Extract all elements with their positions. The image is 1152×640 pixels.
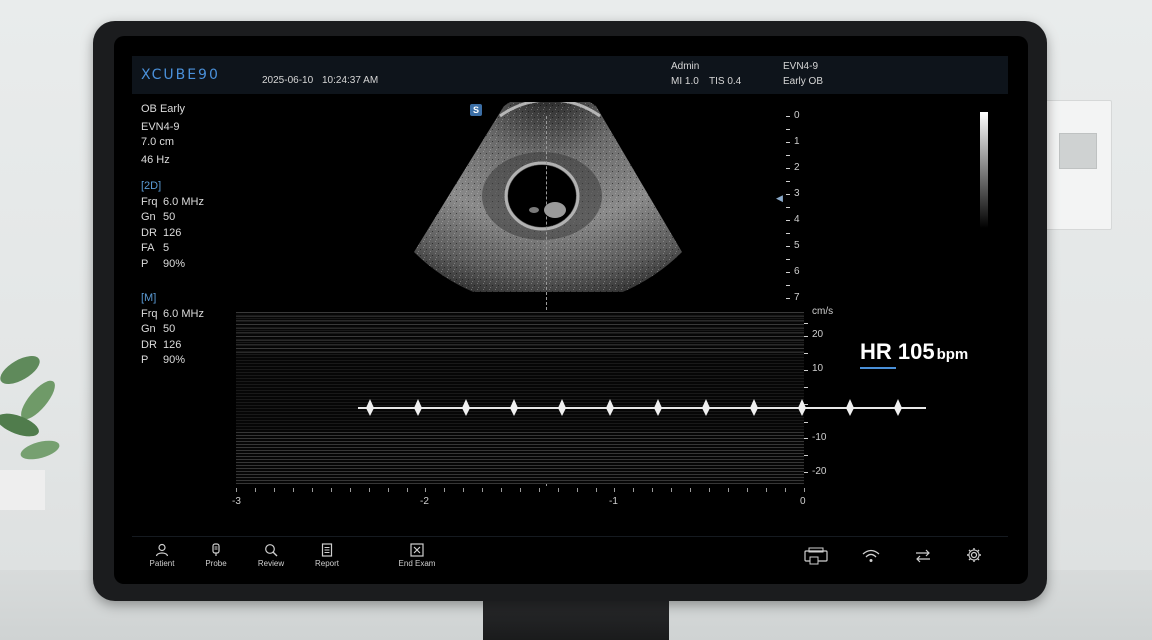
depth-label: 2 [794,162,800,173]
plant-decoration [0,356,60,510]
param-value: 90% [163,354,186,366]
depth-label: 4 [794,214,800,225]
probe-icon [212,543,220,556]
param-row: P 90% [141,353,204,369]
param-value: 6.0 MHz [163,195,204,208]
param-value: 50 [163,323,176,335]
heart-rate-unit: bpm [936,346,969,363]
person-icon [155,543,169,557]
thermal-index: TIS 0.4 [709,76,742,87]
end-exam-label: End Exam [398,559,436,568]
patient-label: Patient [149,559,175,568]
time-label: 0 [800,496,806,507]
param-row: FA 5 [141,241,204,257]
review-label: Review [257,559,285,568]
velocity-label: -10 [812,432,827,443]
wifi-icon[interactable] [862,549,880,563]
heart-rate-underline [860,367,896,369]
close-box-icon [410,543,424,557]
grayscale-bar [980,112,988,228]
gear-icon[interactable] [966,547,982,563]
probe-name: EVN4-9 [783,61,819,72]
exam-date: 2025-06-10 [262,75,314,86]
exam-time: 10:24:37 AM [322,75,379,86]
mode-m-header: [M] [141,292,157,304]
document-icon [321,543,333,557]
depth-label: 7.0 cm [141,136,175,148]
param-value: 126 [163,338,182,351]
depth-label: 1 [794,136,800,147]
depth-label: 5 [794,240,800,251]
end-exam-button[interactable]: End Exam [392,543,442,568]
param-key: FA [141,242,155,254]
param-value: 126 [163,226,182,239]
param-key: DR [141,338,157,351]
depth-label: 0 [794,110,800,121]
frame-rate: 46 Hz [141,153,170,166]
velocity-scale: cm/s 20 10 -10 -20 [804,304,844,484]
param-key: DR [141,226,157,239]
time-label: -3 [232,496,241,507]
exam-type: OB Early [141,103,186,115]
wall-switch-panel [1044,100,1112,230]
bottom-toolbar: Patient Probe Review Report End Exam [132,536,1008,584]
monitor-stand [483,595,669,640]
velocity-unit: cm/s [812,306,834,317]
top-status-bar: XCUBE90 2025-06-10 10:24:37 AM Admin MI … [132,56,1008,94]
report-button[interactable]: Report [302,543,352,568]
transfer-icon[interactable] [915,549,931,563]
depth-scale: 0 1 2 3 4 5 6 7 [780,110,820,303]
heart-rate-readout: HR 105 bpm [860,339,968,365]
param-key: Gn [141,211,156,223]
probe-label: Probe [205,559,227,568]
ultrasound-screen: XCUBE90 2025-06-10 10:24:37 AM Admin MI … [114,36,1028,584]
param-row: DR 126 [141,226,204,242]
m-mode-trace[interactable] [236,312,926,484]
param-row: Frq 6.0 MHz [141,307,204,323]
mode-m-params: [M] Frq 6.0 MHz Gn 50 DR 126 P 90% [141,291,204,369]
param-key: Frq [141,195,158,208]
param-key: Gn [141,323,156,335]
general-params: OB Early EVN4-9 7.0 cm 46 Hz [141,102,185,168]
report-label: Report [314,559,339,568]
mode-2d-params: [2D] Frq 6.0 MHz Gn 50 DR 126 FA 5 P 90% [141,179,204,272]
heart-rate-value: HR 105 [860,339,935,364]
operator-name: Admin [671,61,700,72]
brand-logo: XCUBE90 [141,67,220,83]
depth-label: 6 [794,266,800,277]
time-axis: -3 -2 -1 0 [232,488,812,510]
probe-button[interactable]: Probe [191,543,241,568]
param-key: Frq [141,307,158,320]
ultrasound-sector-image[interactable] [404,102,694,292]
printer-icon[interactable] [804,547,828,565]
param-row: Gn 50 [141,210,204,226]
probe-label: EVN4-9 [141,120,180,133]
mechanical-index: MI 1.0 [671,76,699,87]
param-key: P [141,354,149,366]
param-value: 5 [163,242,170,254]
param-row: Frq 6.0 MHz [141,195,204,211]
search-icon [265,544,278,557]
depth-label: 7 [794,292,800,303]
param-row: Gn 50 [141,322,204,338]
param-value: 90% [163,257,186,270]
param-row: P 90% [141,257,204,273]
review-button[interactable]: Review [246,543,296,568]
param-value: 50 [163,211,176,223]
mode-2d-header: [2D] [141,180,162,192]
param-row: DR 126 [141,338,204,354]
patient-button[interactable]: Patient [137,543,187,568]
focus-marker-icon[interactable]: ◀ [776,193,783,204]
depth-label: 3 [794,188,800,199]
time-label: -2 [420,496,429,507]
velocity-label: -20 [812,466,827,477]
velocity-label: 20 [812,329,824,340]
param-value: 6.0 MHz [163,307,204,320]
time-label: -1 [609,496,618,507]
velocity-label: 10 [812,363,824,374]
preset-name: Early OB [783,76,824,87]
param-key: P [141,257,149,270]
